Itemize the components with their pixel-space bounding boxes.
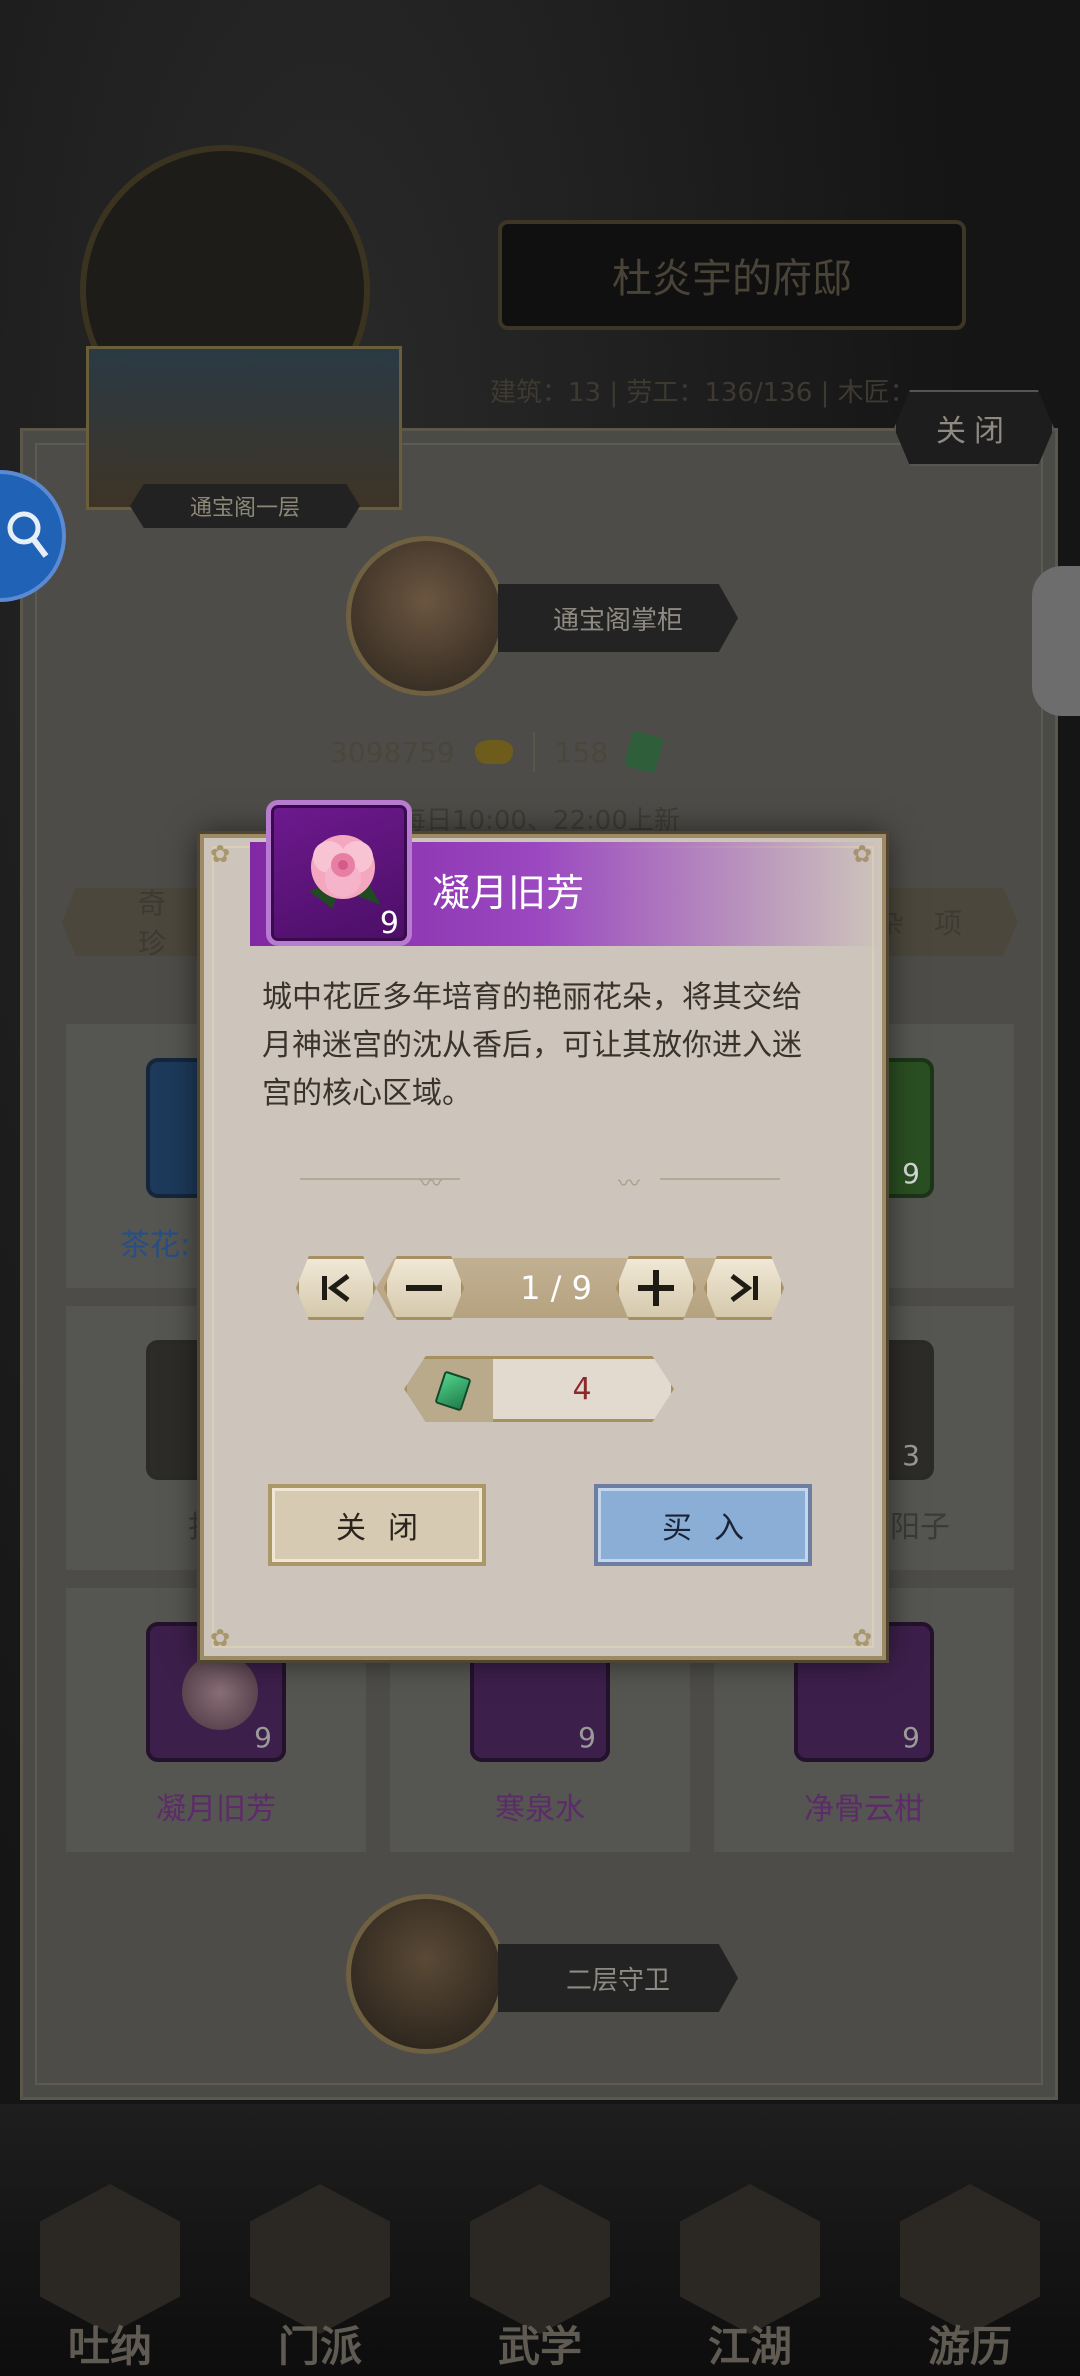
- nav-martial-icon: [470, 2184, 610, 2334]
- nav-martial[interactable]: 武学: [450, 2184, 630, 2374]
- dialog-description: 城中花匠多年培育的艳丽花朵，将其交给月神迷宫的沈从香后，可让其放你进入迷宫的核心…: [262, 980, 802, 1111]
- guard-avatar[interactable]: [346, 1894, 506, 2054]
- refresh-note: 每日10:00、22:00上新: [400, 806, 680, 836]
- corner-ornament-icon: ✿: [210, 1624, 231, 1652]
- guard-name-label: 二层守卫: [498, 1944, 738, 2012]
- minus-icon: [406, 1285, 442, 1291]
- ornament-swirl-icon: 〰: [618, 1172, 641, 1197]
- tab-misc[interactable]: 杂项: [870, 888, 1018, 956]
- dialog-item-icon: 9: [266, 800, 412, 946]
- skip-to-min-icon: [322, 1274, 350, 1302]
- item-name: 净骨云柑: [804, 1792, 924, 1827]
- corner-ornament-icon: ✿: [210, 840, 231, 868]
- close-shop-button[interactable]: 关闭: [894, 390, 1054, 466]
- item-name: 凝月旧芳: [156, 1792, 276, 1827]
- quantity-decrease-button[interactable]: [384, 1256, 464, 1320]
- merchant-avatar: [346, 536, 506, 696]
- nav-tuna-icon: [40, 2184, 180, 2334]
- item-count: 9: [578, 1721, 596, 1754]
- gold-ingot-icon: [474, 740, 513, 764]
- nav-label: 吐纳: [67, 2322, 152, 2371]
- magnifier-icon: [7, 511, 49, 558]
- nav-sect-icon: [250, 2184, 390, 2334]
- quantity-stepper: 1 / 9: [296, 1256, 784, 1320]
- jade-token-icon: [434, 1370, 472, 1412]
- quantity-max-button[interactable]: [704, 1256, 784, 1320]
- jade-token-icon: [624, 730, 665, 774]
- price-value: 4: [572, 1371, 592, 1407]
- item-name: 寒泉水: [495, 1792, 585, 1827]
- nav-label: 江湖: [707, 2322, 792, 2371]
- skip-to-max-icon: [730, 1274, 758, 1302]
- flower-icon: [182, 1654, 258, 1730]
- ornament-divider-right: [660, 1178, 780, 1180]
- mansion-title: 杜炎宇的府邸: [498, 220, 966, 330]
- bottom-nav: 吐纳 门派 武学 江湖 游历: [0, 2104, 1080, 2376]
- dialog-item-count: 9: [379, 906, 399, 941]
- item-count: 9: [902, 1721, 920, 1754]
- ornament-swirl-icon: 〰: [420, 1172, 443, 1197]
- item-count: 9: [902, 1157, 920, 1190]
- quantity-increase-button[interactable]: [616, 1256, 696, 1320]
- nav-label: 武学: [497, 2322, 582, 2371]
- item-count: 3: [902, 1439, 920, 1472]
- plus-icon: [638, 1270, 674, 1306]
- corner-ornament-icon: ✿: [852, 1624, 873, 1652]
- dialog-title: 凝月旧芳: [432, 871, 585, 915]
- nav-travel-icon: [900, 2184, 1040, 2334]
- price-box: 4: [404, 1356, 674, 1422]
- currency-row: 3098759 158: [330, 730, 665, 774]
- buy-button[interactable]: 买入: [594, 1484, 812, 1566]
- flower-icon: [309, 835, 381, 909]
- nav-travel[interactable]: 游历: [880, 2184, 1060, 2374]
- mansion-stats: 建筑：13 | 劳工：136/136 | 木匠：: [490, 378, 916, 408]
- item-count: 9: [254, 1721, 272, 1754]
- floor-label: 通宝阁一层: [130, 484, 360, 528]
- jade-amount: 158: [554, 735, 609, 769]
- nav-jianghu-icon: [680, 2184, 820, 2334]
- nav-sect[interactable]: 门派: [230, 2184, 410, 2374]
- quantity-min-button[interactable]: [296, 1256, 376, 1320]
- nav-label: 门派: [277, 2322, 362, 2371]
- nav-label: 游历: [927, 2322, 1012, 2371]
- gold-amount: 3098759: [330, 735, 455, 769]
- merchant-name-label: 通宝阁掌柜: [498, 584, 738, 652]
- currency-divider: [532, 732, 535, 772]
- dialog-close-button[interactable]: 关闭: [268, 1484, 486, 1566]
- side-tab-right[interactable]: [1032, 566, 1080, 716]
- nav-tuna[interactable]: 吐纳: [20, 2184, 200, 2374]
- nav-jianghu[interactable]: 江湖: [660, 2184, 840, 2374]
